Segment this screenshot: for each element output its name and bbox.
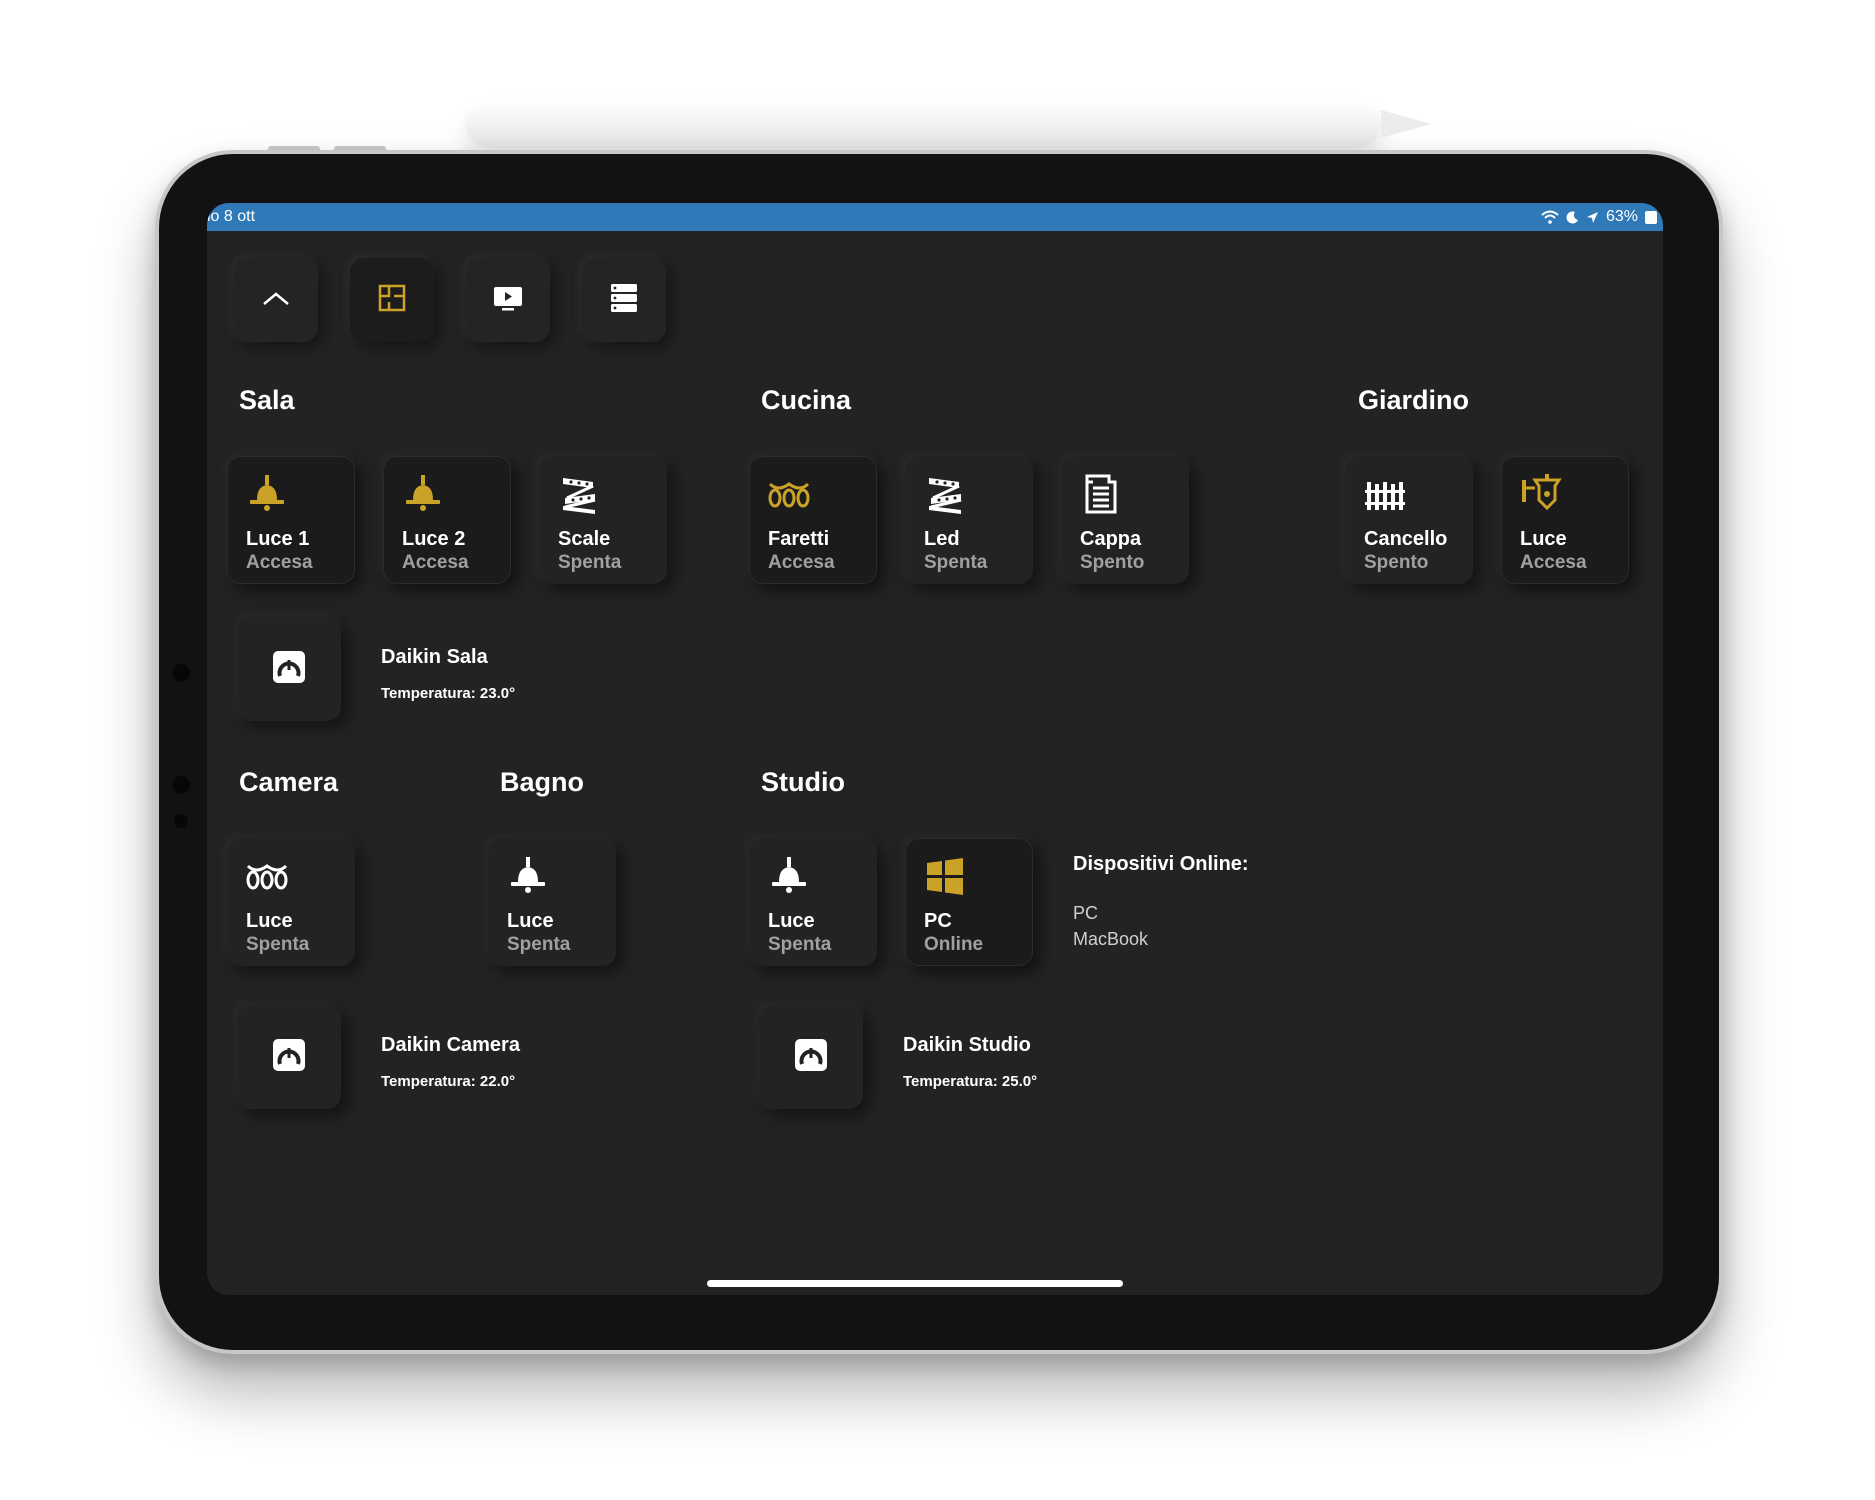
media-tab[interactable]: [466, 258, 550, 342]
section-title-giardino: Giardino: [1358, 385, 1470, 415]
tile-state: Online: [924, 934, 984, 955]
camera-dot: [174, 814, 188, 828]
tile-cucina-cappa[interactable]: Cappa Spento: [1061, 456, 1189, 584]
camera-dot: [172, 664, 190, 682]
tile-state: Accesa: [1520, 552, 1587, 573]
tile-label: Luce 1: [246, 528, 310, 550]
tile-label: PC: [924, 910, 952, 932]
gate-icon: [1363, 472, 1407, 516]
led-strip-icon: [557, 472, 601, 516]
string-lights-icon: [245, 854, 289, 898]
tile-cucina-faretti[interactable]: Faretti Accesa: [749, 456, 877, 584]
collapse-button[interactable]: [234, 258, 318, 342]
section-title-cucina: Cucina: [761, 385, 852, 415]
tile-label: Luce: [1520, 528, 1567, 550]
tile-label: Luce: [768, 910, 815, 932]
section-title-studio: Studio: [761, 767, 845, 797]
apple-pencil: [466, 100, 1381, 148]
tile-state: Spenta: [246, 934, 310, 955]
tile-camera-luce[interactable]: Luce Spenta: [227, 838, 355, 966]
climate-name-camera: Daikin Camera: [381, 1034, 520, 1056]
status-indicators: 63%: [1541, 208, 1657, 226]
tile-state: Spenta: [924, 552, 988, 573]
tile-label: Scale: [558, 528, 611, 550]
battery-icon: [1645, 210, 1657, 224]
online-devices-title: Dispositivi Online:: [1073, 853, 1249, 875]
climate-temperature-studio: Temperatura: 25.0°: [903, 1073, 1038, 1090]
air-conditioner-icon: [793, 1037, 829, 1078]
section-title-bagno: Bagno: [500, 767, 584, 797]
floorplan-icon: [378, 284, 406, 317]
floorplan-tab[interactable]: [350, 258, 434, 342]
play-icon: [492, 285, 524, 316]
server-icon: [610, 283, 638, 318]
tile-label: Luce: [246, 910, 293, 932]
windows-icon: [923, 854, 967, 898]
climate-button-studio[interactable]: [759, 1005, 863, 1109]
climate-temperature-sala: Temperatura: 23.0°: [381, 685, 516, 702]
tile-label: Cappa: [1080, 528, 1142, 550]
online-device-item: MacBook: [1073, 929, 1149, 949]
section-title-camera: Camera: [239, 767, 339, 797]
ceiling-lamp-icon: [767, 854, 811, 898]
string-lights-icon: [767, 472, 811, 516]
tile-label: Luce 2: [402, 528, 466, 550]
tile-state: Spenta: [558, 552, 622, 573]
climate-temperature-camera: Temperatura: 22.0°: [381, 1073, 516, 1090]
wall-lantern-icon: [1519, 472, 1563, 516]
location-arrow-icon: [1586, 211, 1599, 224]
camera-dot: [172, 776, 190, 794]
tile-state: Accesa: [768, 552, 835, 573]
tile-state: Accesa: [246, 552, 313, 573]
ceiling-lamp-icon: [401, 472, 445, 516]
moon-icon: [1566, 210, 1579, 224]
led-strip-icon: [923, 472, 967, 516]
tile-state: Spenta: [507, 934, 571, 955]
ceiling-lamp-icon: [506, 854, 550, 898]
server-tab[interactable]: [582, 258, 666, 342]
climate-name-sala: Daikin Sala: [381, 646, 488, 668]
status-bar: io 8 ott 63%: [207, 203, 1663, 231]
online-device-item: PC: [1073, 903, 1099, 923]
range-hood-icon: [1079, 472, 1123, 516]
tile-giardino-cancello[interactable]: Cancello Spento: [1345, 456, 1473, 584]
climate-button-camera[interactable]: [237, 1005, 341, 1109]
tile-state: Spenta: [768, 934, 832, 955]
tile-studio-pc[interactable]: PC Online: [905, 838, 1033, 966]
ceiling-lamp-icon: [245, 472, 289, 516]
chevron-up-icon: [261, 288, 291, 313]
climate-name-studio: Daikin Studio: [903, 1034, 1031, 1056]
home-indicator[interactable]: [707, 1280, 1123, 1287]
tile-sala-luce-1[interactable]: Luce 1 Accesa: [227, 456, 355, 584]
tile-label: Faretti: [768, 528, 830, 550]
tile-state: Spento: [1080, 552, 1145, 573]
tile-sala-scale[interactable]: Scale Spenta: [539, 456, 667, 584]
tile-label: Cancello: [1364, 528, 1448, 550]
air-conditioner-icon: [271, 649, 307, 690]
battery-percent: 63%: [1605, 208, 1638, 225]
tile-label: Luce: [507, 910, 554, 932]
wifi-icon: [1541, 210, 1559, 224]
tile-state: Spento: [1364, 552, 1429, 573]
apple-pencil-tip: [1381, 110, 1431, 138]
tile-state: Accesa: [402, 552, 469, 573]
tile-sala-luce-2[interactable]: Luce 2 Accesa: [383, 456, 511, 584]
air-conditioner-icon: [271, 1037, 307, 1078]
screen: io 8 ott 63% Sala Luce 1 Accesa Luce 2 A…: [207, 203, 1663, 1295]
tile-bagno-luce[interactable]: Luce Spenta: [488, 838, 616, 966]
tile-giardino-luce[interactable]: Luce Accesa: [1501, 456, 1629, 584]
status-date: io 8 ott: [207, 208, 256, 225]
tile-studio-luce[interactable]: Luce Spenta: [749, 838, 877, 966]
section-title-sala: Sala: [239, 385, 295, 415]
climate-button-sala[interactable]: [237, 617, 341, 721]
tile-label: Led: [924, 528, 960, 550]
tile-cucina-led[interactable]: Led Spenta: [905, 456, 1033, 584]
